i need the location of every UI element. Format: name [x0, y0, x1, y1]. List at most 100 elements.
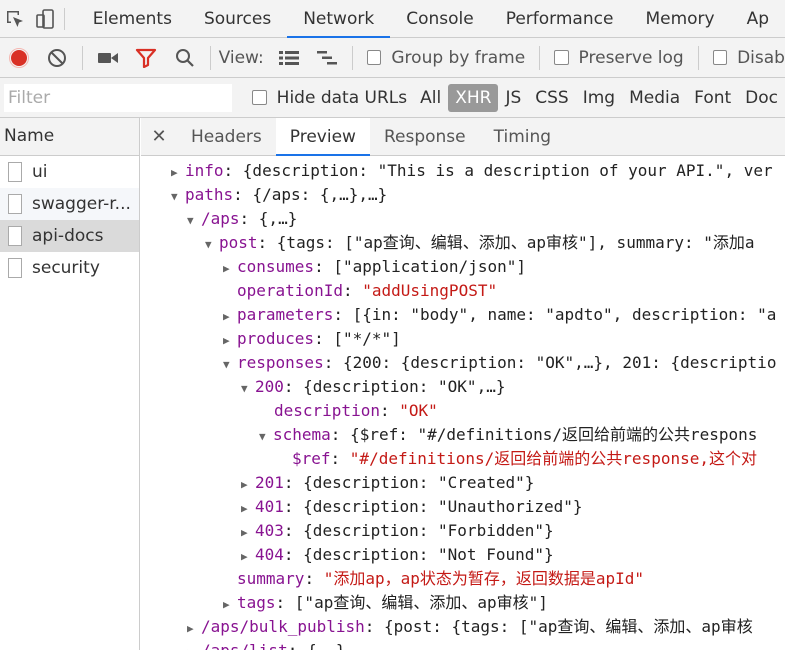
preserve-log-checkbox[interactable]	[554, 50, 569, 65]
tree-row[interactable]: ▼ 200: {description: "OK",…}	[141, 375, 785, 399]
inspect-element-icon[interactable]	[0, 0, 30, 38]
type-filter-xhr[interactable]: XHR	[448, 83, 499, 112]
type-filter-doc[interactable]: Doc	[738, 84, 785, 112]
request-name: api-docs	[32, 226, 104, 246]
type-filter-media[interactable]: Media	[622, 84, 687, 112]
tab-timing[interactable]: Timing	[480, 118, 565, 156]
tree-row: $ref: "#/definitions/返回给前端的公共response,这个…	[292, 449, 757, 468]
expand-triangle-icon[interactable]: ▶	[241, 497, 255, 521]
request-item-ui[interactable]: ui	[0, 156, 139, 188]
network-toolbar: View: Group by frame Preserve log Disab	[0, 38, 785, 78]
type-filter-font[interactable]: Font	[687, 84, 738, 112]
tab-elements[interactable]: Elements	[77, 0, 188, 38]
tree-row[interactable]: ▼ post: {tags: ["ap查询、编辑、添加、ap审核"], summa…	[141, 231, 785, 255]
expand-triangle-icon[interactable]: ▶	[187, 641, 201, 650]
type-filter-js[interactable]: JS	[498, 84, 528, 112]
document-icon	[8, 194, 22, 214]
collapse-triangle-icon[interactable]: ▼	[223, 353, 237, 377]
tree-row[interactable]: ▶ 403: {description: "Forbidden"}	[141, 519, 785, 543]
tab-preview[interactable]: Preview	[275, 118, 370, 156]
tab-performance[interactable]: Performance	[490, 0, 630, 38]
tab-response[interactable]: Response	[370, 118, 480, 156]
type-filter-css[interactable]: CSS	[528, 84, 575, 112]
request-item-security[interactable]: security	[0, 252, 139, 284]
tab-console[interactable]: Console	[390, 0, 490, 38]
tree-row: summary: "添加ap，ap状态为暂存，返回数据是apId"	[237, 569, 645, 588]
tree-row[interactable]: ▶ info: {description: "This is a descript…	[141, 159, 785, 183]
tab-network[interactable]: Network	[287, 0, 391, 38]
tab-headers[interactable]: Headers	[177, 118, 276, 156]
group-by-frame-label: Group by frame	[391, 47, 526, 68]
request-detail-pane: ✕ Headers Preview Response Timing ▶ info:…	[141, 118, 785, 650]
request-name: swagger-r...	[32, 194, 131, 214]
document-icon	[8, 258, 22, 278]
name-column-header[interactable]: Name	[0, 118, 139, 156]
tree-row[interactable]: ▶ parameters: [{in: "body", name: "apdto"…	[141, 303, 785, 327]
collapse-triangle-icon[interactable]: ▼	[187, 209, 201, 233]
device-toolbar-icon[interactable]	[30, 0, 60, 38]
tree-row[interactable]: ▼ paths: {/aps: {,…},…}	[141, 183, 785, 207]
expand-triangle-icon[interactable]: ▶	[171, 161, 185, 185]
disable-cache-label: Disab	[737, 47, 785, 68]
expand-triangle-icon[interactable]: ▶	[223, 305, 237, 329]
tree-row[interactable]: ▼/aps: {,…}	[141, 207, 785, 231]
large-rows-icon[interactable]	[270, 38, 308, 78]
filter-input[interactable]	[4, 83, 233, 112]
tree-row[interactable]: ▶ tags: ["ap查询、编辑、添加、ap审核"]	[141, 591, 785, 615]
record-button[interactable]	[0, 38, 38, 78]
expand-triangle-icon[interactable]: ▶	[223, 593, 237, 617]
divider	[82, 45, 84, 70]
collapse-triangle-icon[interactable]: ▼	[259, 425, 273, 449]
tree-row: description: "OK"	[274, 401, 438, 420]
group-by-frame-checkbox[interactable]	[366, 50, 382, 65]
tree-row[interactable]: ▶ 404: {description: "Not Found"}	[141, 543, 785, 567]
divider	[352, 45, 353, 70]
filter-bar: Hide data URLs All XHR JS CSS Img Media …	[0, 78, 785, 118]
expand-triangle-icon[interactable]: ▶	[241, 473, 255, 497]
document-icon	[8, 162, 22, 182]
divider	[63, 7, 65, 30]
expand-triangle-icon[interactable]: ▶	[223, 257, 237, 281]
collapse-triangle-icon[interactable]: ▼	[171, 185, 185, 209]
clear-icon[interactable]	[38, 38, 76, 78]
divider	[697, 45, 699, 70]
tree-row[interactable]: ▼ responses: {200: {description: "OK",…},…	[141, 351, 785, 375]
tree-row[interactable]: ▶ 201: {description: "Created"}	[141, 471, 785, 495]
request-item-api-docs[interactable]: api-docs	[0, 220, 139, 252]
type-filter-all[interactable]: All	[413, 84, 448, 112]
expand-triangle-icon[interactable]: ▶	[241, 521, 255, 545]
expand-triangle-icon[interactable]: ▶	[241, 545, 255, 569]
tree-row[interactable]: ▶ 401: {description: "Unauthorized"}	[141, 495, 785, 519]
tab-memory[interactable]: Memory	[629, 0, 730, 38]
request-name: ui	[32, 162, 48, 182]
filter-icon[interactable]	[127, 38, 165, 78]
collapse-triangle-icon[interactable]: ▼	[205, 233, 219, 257]
tree-row[interactable]: ▶ consumes: ["application/json"]	[141, 255, 785, 279]
json-preview-tree: ▶ info: {description: "This is a descript…	[141, 156, 785, 650]
hide-data-urls-checkbox[interactable]	[252, 90, 267, 105]
request-list: Name ui swagger-r... api-docs security	[0, 118, 140, 650]
preserve-log-label: Preserve log	[578, 47, 684, 68]
hide-data-urls-label: Hide data URLs	[276, 87, 408, 108]
close-icon[interactable]: ✕	[141, 126, 177, 147]
waterfall-overview-icon[interactable]	[308, 38, 346, 78]
tree-row[interactable]: ▶/aps/bulk_publish: {post: {tags: ["ap查询…	[141, 615, 785, 639]
divider	[209, 45, 211, 70]
divider	[539, 45, 541, 70]
tree-row[interactable]: ▼ schema: {$ref: "#/definitions/返回给前端的公共r…	[141, 423, 785, 447]
type-filter-img[interactable]: Img	[576, 84, 622, 112]
tab-sources[interactable]: Sources	[188, 0, 287, 38]
tree-row[interactable]: ▶/aps/list: {,…}	[141, 639, 785, 650]
video-camera-icon[interactable]	[89, 38, 127, 78]
document-icon	[8, 226, 22, 246]
collapse-triangle-icon[interactable]: ▼	[241, 377, 255, 401]
request-item-swagger-resources[interactable]: swagger-r...	[0, 188, 139, 220]
detail-tab-bar: ✕ Headers Preview Response Timing	[141, 118, 785, 156]
disable-cache-checkbox[interactable]	[712, 50, 728, 65]
tab-application[interactable]: Ap	[731, 0, 785, 38]
expand-triangle-icon[interactable]: ▶	[223, 329, 237, 353]
search-icon[interactable]	[166, 38, 204, 78]
expand-triangle-icon[interactable]: ▶	[187, 617, 201, 641]
view-label: View:	[218, 47, 264, 68]
tree-row[interactable]: ▶ produces: ["*/*"]	[141, 327, 785, 351]
